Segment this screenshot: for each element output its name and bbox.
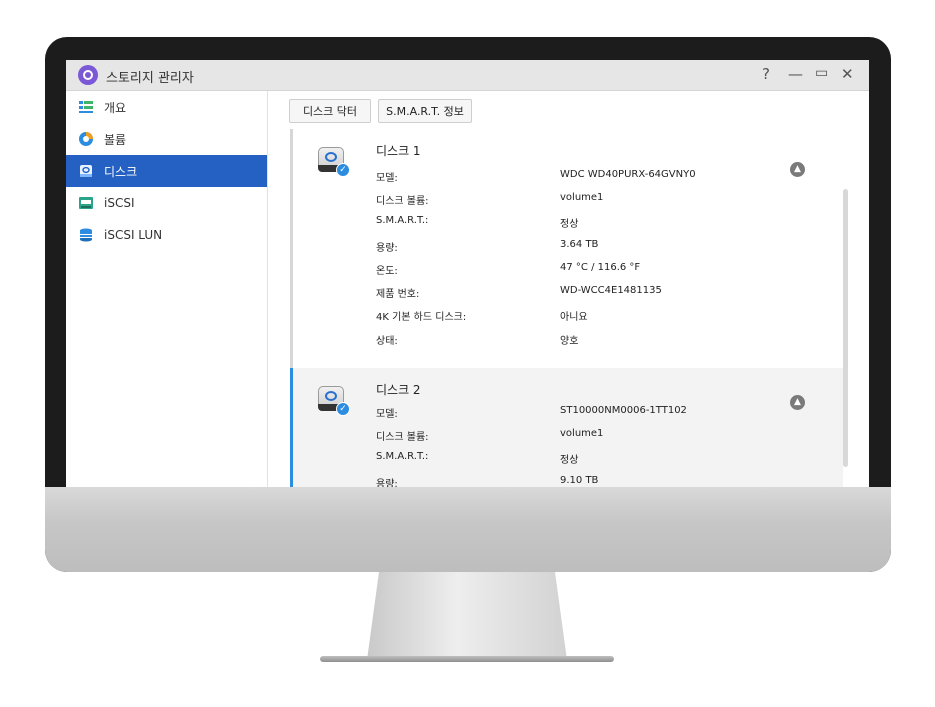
check-icon: ✓ (336, 163, 350, 177)
main-panel: 디스크 닥터 S.M.A.R.T. 정보 ✓ 디스크 1 ▲ 모델: WDC W… (268, 91, 869, 487)
title-bar: 스토리지 관리자 ? — ▭ ✕ (66, 60, 869, 91)
smart-info-button[interactable]: S.M.A.R.T. 정보 (378, 99, 472, 123)
sidebar-item-label: iSCSI LUN (104, 228, 163, 242)
monitor-stand-base (320, 656, 614, 662)
disk-row-label: 모델: (376, 173, 398, 184)
iscsi-icon (79, 197, 93, 209)
window-title: 스토리지 관리자 (106, 71, 194, 86)
volume-pie-icon (79, 132, 93, 146)
disk-row-value: 정상 (560, 455, 579, 466)
disk-row-label: S.M.A.R.T.: (376, 451, 429, 462)
minimize-button[interactable]: — (788, 65, 803, 83)
vertical-scrollbar[interactable] (843, 189, 848, 467)
disk-row-value: volume1 (560, 428, 604, 439)
help-button[interactable]: ? (762, 65, 770, 83)
sidebar-item-label: 볼륨 (104, 132, 127, 147)
disk-row-value: 양호 (560, 336, 579, 347)
hard-disk-icon: ✓ (318, 384, 350, 416)
sidebar-item-iscsi[interactable]: iSCSI (66, 187, 267, 219)
hard-disk-icon: ✓ (318, 145, 350, 177)
close-button[interactable]: ✕ (841, 65, 854, 83)
screen: 스토리지 관리자 ? — ▭ ✕ 개요 볼륨 디스크 iSCSI iSCSI L… (66, 60, 869, 487)
sidebar-item-disk[interactable]: 디스크 (66, 155, 267, 187)
disk-card-selected[interactable]: ✓ 디스크 2 ▲ 모델: ST10000NM0006-1TT102 디스크 볼… (290, 368, 843, 487)
disk-row-label: S.M.A.R.T.: (376, 215, 429, 226)
disk-row-label: 디스크 볼륨: (376, 432, 429, 443)
iscsi-lun-icon (80, 228, 92, 242)
sidebar-item-label: 디스크 (104, 164, 138, 179)
monitor-stand-neck (367, 572, 567, 660)
disk-row-label: 용량: (376, 243, 398, 254)
disk-row-value: 3.64 TB (560, 239, 599, 250)
collapse-chevron-up-icon[interactable]: ▲ (790, 395, 805, 410)
collapse-chevron-up-icon[interactable]: ▲ (790, 162, 805, 177)
check-icon: ✓ (336, 402, 350, 416)
sidebar-item-volume[interactable]: 볼륨 (66, 123, 267, 155)
disk-icon (80, 165, 92, 177)
disk-row-value: 47 °C / 116.6 °F (560, 262, 641, 273)
sidebar-item-overview[interactable]: 개요 (66, 91, 267, 123)
disk-row-label: 용량: (376, 479, 398, 487)
disk-row-value: ST10000NM0006-1TT102 (560, 405, 687, 416)
disk-row-label: 4K 기본 하드 디스크: (376, 312, 467, 323)
disk-row-value: 아니요 (560, 312, 588, 323)
overview-icon (79, 101, 93, 113)
disk-card[interactable]: ✓ 디스크 1 ▲ 모델: WDC WD40PURX-64GVNY0 디스크 볼… (290, 129, 843, 369)
disk-row-label: 디스크 볼륨: (376, 196, 429, 207)
disk-name: 디스크 2 (376, 383, 421, 397)
monitor-bezel: 스토리지 관리자 ? — ▭ ✕ 개요 볼륨 디스크 iSCSI iSCSI L… (45, 37, 891, 572)
disk-doctor-button[interactable]: 디스크 닥터 (289, 99, 371, 123)
disk-row-value: WDC WD40PURX-64GVNY0 (560, 169, 696, 180)
disk-row-value: 9.10 TB (560, 475, 599, 486)
disk-row-value: WD-WCC4E1481135 (560, 285, 662, 296)
disk-name: 디스크 1 (376, 144, 421, 158)
disk-row-label: 제품 번호: (376, 289, 420, 300)
disk-row-value: 정상 (560, 219, 579, 230)
sidebar: 개요 볼륨 디스크 iSCSI iSCSI LUN (66, 91, 268, 487)
disk-row-label: 모델: (376, 409, 398, 420)
sidebar-item-label: 개요 (104, 100, 127, 115)
disk-row-label: 온도: (376, 266, 398, 277)
disk-row-value: volume1 (560, 192, 604, 203)
storage-manager-app-icon (78, 65, 98, 85)
disk-row-label: 상태: (376, 336, 398, 347)
sidebar-item-label: iSCSI (104, 196, 135, 210)
monitor-chin (45, 487, 891, 572)
maximize-button[interactable]: ▭ (815, 65, 828, 81)
sidebar-item-iscsi-lun[interactable]: iSCSI LUN (66, 219, 267, 251)
